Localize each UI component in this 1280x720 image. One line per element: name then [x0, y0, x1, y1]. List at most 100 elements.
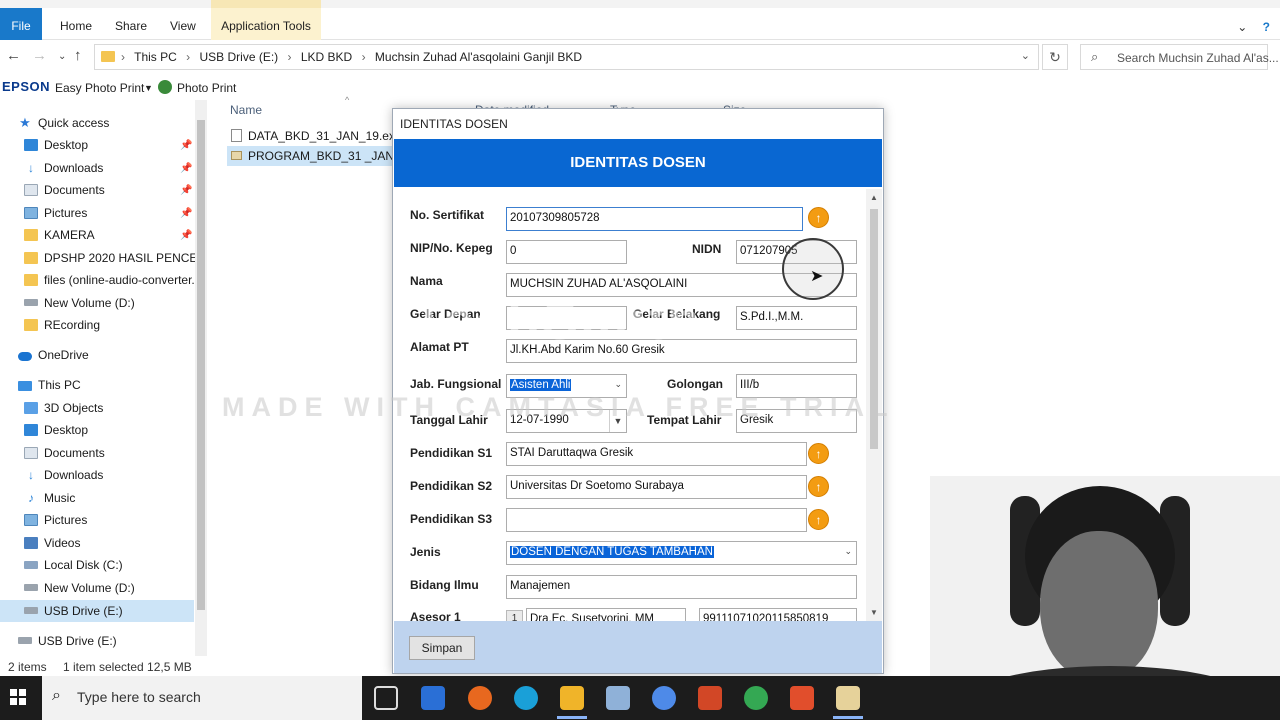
nav-this-pc[interactable]: This PC	[18, 375, 81, 395]
nav-scrollbar[interactable]	[195, 100, 207, 656]
column-name[interactable]: Name	[230, 103, 262, 117]
nav-item-desktop[interactable]: Desktop	[24, 135, 88, 155]
nav-scroll-thumb[interactable]	[197, 120, 205, 610]
identitas-dosen-dialog: IDENTITAS DOSEN IDENTITAS DOSEN No. Sert…	[392, 108, 884, 674]
nav-item-new-volume[interactable]: New Volume (D:)	[24, 293, 135, 313]
taskbar-search-placeholder: Type here to search	[77, 689, 201, 705]
folder-icon	[24, 274, 38, 286]
camtasia-icon[interactable]	[790, 686, 814, 710]
file-row-selected[interactable]: PROGRAM_BKD_31 _JAN_19	[227, 146, 414, 166]
pendidikan-s3-input[interactable]	[506, 508, 807, 532]
nav-item-local-disk[interactable]: Local Disk (C:)	[24, 555, 123, 575]
navigation-pane: ★ Quick access Desktop 📌 ↓ Downloads 📌 Doc…	[0, 100, 208, 656]
nav-item-pictures-pc[interactable]: Pictures	[24, 510, 87, 530]
back-arrow-icon[interactable]: ←	[6, 47, 21, 64]
jenis-select[interactable]: DOSEN DENGAN TUGAS TAMBAHAN ⌄	[506, 541, 857, 565]
task-view-icon[interactable]	[374, 686, 398, 710]
edge-icon[interactable]	[514, 686, 538, 710]
asesor-1-number-button[interactable]: 1	[506, 610, 523, 621]
tab-application-tools[interactable]: Application Tools	[211, 8, 321, 40]
nip-input[interactable]: 0	[506, 240, 627, 264]
store-icon[interactable]	[421, 686, 445, 710]
pin-icon: 📌	[180, 163, 193, 174]
recent-locations-icon[interactable]: ⌄	[58, 51, 66, 62]
usb-drive-icon	[24, 607, 38, 614]
nav-item-files-audio[interactable]: files (online-audio-converter.c	[24, 270, 195, 290]
chevron-down-icon: ⌄	[844, 546, 852, 556]
scroll-up-icon[interactable]: ▲	[870, 193, 878, 202]
expand-ribbon-icon[interactable]: ⌄	[1237, 20, 1247, 34]
upload-s3-button[interactable]: ↑	[808, 509, 829, 530]
bkd-program-icon[interactable]	[836, 686, 860, 710]
nav-item-usb-drive-selected[interactable]: USB Drive (E:)	[24, 601, 123, 621]
file-explorer-icon[interactable]	[560, 686, 584, 710]
folder-search-input[interactable]: ⌕ Search Muchsin Zuhad Al'as...	[1080, 44, 1279, 70]
forward-arrow-icon[interactable]: →	[32, 47, 47, 64]
tab-view[interactable]: View	[170, 8, 196, 40]
asesor-1-name-input[interactable]: Dra.Ec. Susetyorini, MM	[526, 608, 686, 621]
download-icon: ↓	[28, 468, 34, 482]
nav-item-kamera[interactable]: KAMERA	[24, 225, 95, 245]
nav-item-dpshp[interactable]: DPSHP 2020 HASIL PENCERMA	[24, 248, 195, 268]
address-dropdown-icon[interactable]: ⌄	[1021, 49, 1030, 62]
nav-item-music[interactable]: ♪ Music	[24, 488, 75, 508]
breadcrumb-this-pc[interactable]: This PC	[134, 50, 177, 64]
pendidikan-s1-input[interactable]: STAI Daruttaqwa Gresik	[506, 442, 807, 466]
taskbar-search-input[interactable]: ⌕ Type here to search	[42, 676, 362, 720]
nav-item-desktop-pc[interactable]: Desktop	[24, 420, 88, 440]
tab-file[interactable]: File	[0, 8, 42, 40]
powerpoint-icon[interactable]	[698, 686, 722, 710]
chrome-icon[interactable]	[652, 686, 676, 710]
nav-usb-drive[interactable]: USB Drive (E:)	[18, 631, 117, 651]
firefox-icon[interactable]	[468, 686, 492, 710]
chevron-down-icon: ⌄	[614, 379, 622, 389]
tab-home[interactable]: Home	[60, 8, 92, 40]
ribbon-tabs: File Home Share View Application Tools ⌄…	[0, 8, 1280, 40]
label-nip: NIP/No. Kepeg	[410, 241, 493, 255]
upload-s1-button[interactable]: ↑	[808, 443, 829, 464]
refresh-icon[interactable]: ↻	[1042, 44, 1068, 70]
folder-icon	[24, 229, 38, 241]
paint-icon[interactable]	[606, 686, 630, 710]
easy-photo-print-button[interactable]: Easy Photo Print	[55, 81, 144, 95]
label-bidang-ilmu: Bidang Ilmu	[410, 578, 479, 592]
easy-photo-print-dropdown-icon[interactable]: ▼	[144, 83, 153, 93]
drive-icon	[24, 299, 38, 306]
address-bar[interactable]: › This PC › USB Drive (E:) › LKD BKD › M…	[94, 44, 1039, 70]
no-sertifikat-input[interactable]: 20107309805728	[506, 207, 803, 231]
folder-icon	[24, 252, 38, 264]
nav-item-downloads[interactable]: ↓ Downloads	[24, 158, 103, 178]
windows-start-icon[interactable]	[10, 689, 26, 705]
label-pendidikan-s2: Pendidikan S2	[410, 479, 493, 493]
file-row[interactable]: DATA_BKD_31_JAN_19.ext	[227, 126, 398, 146]
tab-share[interactable]: Share	[115, 8, 147, 40]
nav-item-3d-objects[interactable]: 3D Objects	[24, 398, 103, 418]
nav-item-documents-pc[interactable]: Documents	[24, 443, 105, 463]
breadcrumb-current-folder[interactable]: Muchsin Zuhad Al'asqolaini Ganjil BKD	[375, 50, 582, 64]
scroll-down-icon[interactable]: ▼	[870, 608, 878, 617]
gelar-belakang-input[interactable]: S.Pd.I.,M.M.	[736, 306, 857, 330]
asesor-1-code-input[interactable]: 99111071020115850819	[699, 608, 857, 621]
upload-sertifikat-button[interactable]: ↑	[808, 207, 829, 228]
search-icon: ⌕	[1091, 49, 1099, 64]
nav-item-videos[interactable]: Videos	[24, 533, 80, 553]
nav-item-new-volume-pc[interactable]: New Volume (D:)	[24, 578, 135, 598]
help-icon[interactable]: ?	[1263, 20, 1270, 34]
photo-print-button[interactable]: Photo Print	[177, 81, 236, 95]
upload-s2-button[interactable]: ↑	[808, 476, 829, 497]
pictures-icon	[24, 207, 38, 219]
simpan-button[interactable]: Simpan	[409, 636, 475, 660]
pendidikan-s2-input[interactable]: Universitas Dr Soetomo Surabaya	[506, 475, 807, 499]
bidang-ilmu-input[interactable]: Manajemen	[506, 575, 857, 599]
nav-item-recording[interactable]: REcording	[24, 315, 100, 335]
nav-item-documents[interactable]: Documents	[24, 180, 105, 200]
nav-quick-access[interactable]: ★ Quick access	[18, 113, 109, 133]
nav-onedrive[interactable]: OneDrive	[18, 345, 89, 365]
nav-item-pictures[interactable]: Pictures	[24, 203, 87, 223]
up-arrow-icon[interactable]: ↑	[74, 47, 82, 64]
chrome-alt-icon[interactable]	[744, 686, 768, 710]
nav-item-downloads-pc[interactable]: ↓ Downloads	[24, 465, 103, 485]
breadcrumb-usb-drive[interactable]: USB Drive (E:)	[200, 50, 279, 64]
breadcrumb-lkd-bkd[interactable]: LKD BKD	[301, 50, 352, 64]
3d-objects-icon	[24, 402, 38, 414]
